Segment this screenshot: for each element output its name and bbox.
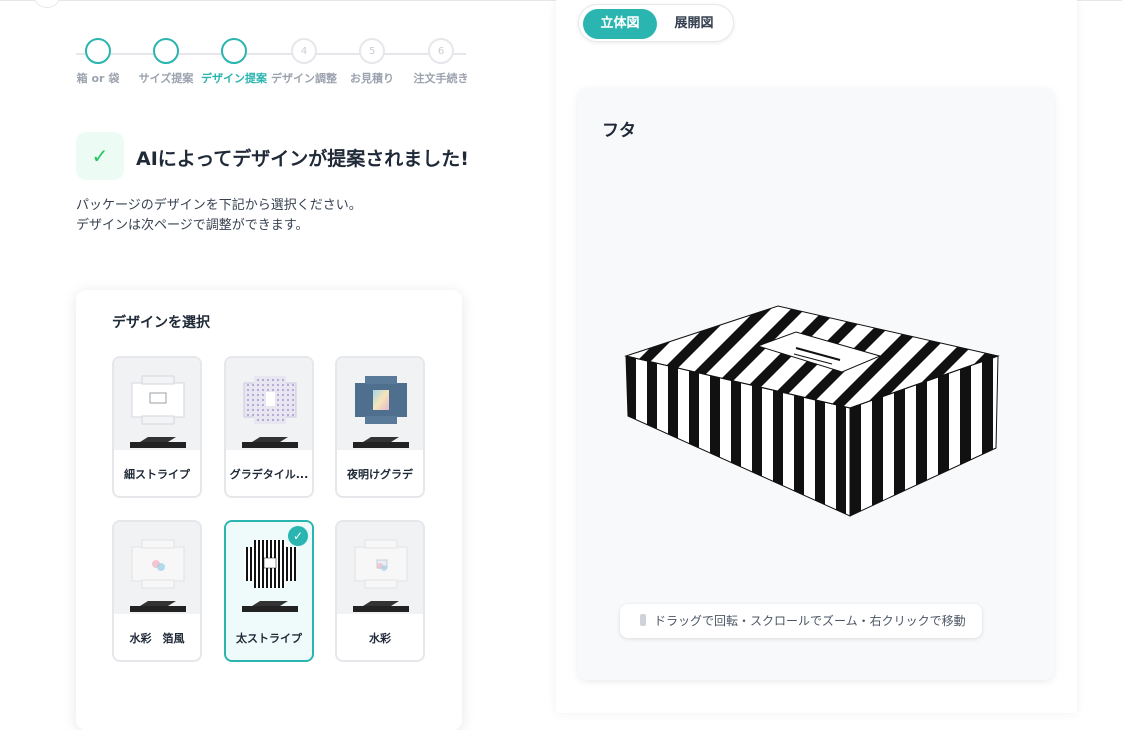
design-card-watercolor[interactable]: 水彩 xyxy=(335,520,425,662)
step-1[interactable]: 箱 or 袋 xyxy=(63,38,133,86)
design-name: 太ストライプ xyxy=(236,632,302,645)
success-badge: ✓ xyxy=(76,132,124,180)
mouse-icon xyxy=(640,614,646,626)
description: パッケージのデザインを下記から選択ください。 デザインは次ページで調整ができます… xyxy=(76,196,362,236)
design-name: 水彩 xyxy=(369,632,391,645)
box-stripe xyxy=(836,394,846,516)
design-select-panel: デザインを選択 細ストライプ グラデタイル... 夜明けグラデ 水彩 箔風 ✓ … xyxy=(76,290,462,730)
box-stripe xyxy=(794,385,804,515)
step-4-circle: 4 xyxy=(291,38,317,64)
step-4: 4 デザイン調整 xyxy=(269,38,339,86)
design-card-watercolor-foil[interactable]: 水彩 箔風 xyxy=(112,520,202,662)
viewer-title: フタ xyxy=(602,121,636,141)
step-2-circle xyxy=(153,38,179,64)
3d-viewer[interactable]: フタ ドラッグで回転・スクロールでズーム・右クリックで移動 xyxy=(578,88,1054,680)
step-5-circle: 5 xyxy=(359,38,385,64)
check-icon: ✓ xyxy=(91,144,109,168)
step-6: 6 注文手続き xyxy=(406,38,476,86)
view-toggle: 立体図 展開図 xyxy=(578,4,734,42)
step-3-label: デザイン提案 xyxy=(201,72,267,85)
box-stripe xyxy=(647,356,657,481)
tab-3d-view[interactable]: 立体図 xyxy=(583,9,657,39)
design-thumbnail xyxy=(337,522,423,614)
step-1-circle xyxy=(85,38,111,64)
box-stripe xyxy=(916,370,927,509)
step-6-label: 注文手続き xyxy=(413,72,469,85)
box-stripe xyxy=(982,356,993,486)
step-5: 5 お見積り xyxy=(337,38,407,86)
design-card-thick-stripe[interactable]: ✓ 太ストライプ xyxy=(224,520,314,662)
panel-title: デザインを選択 xyxy=(112,315,210,331)
box-stripe xyxy=(689,360,699,491)
box-3d-model[interactable] xyxy=(618,298,1008,528)
design-thumbnail xyxy=(114,358,200,450)
back-button[interactable] xyxy=(34,0,60,8)
design-thumbnail xyxy=(226,358,312,450)
design-name: 夜明けグラデ xyxy=(347,468,413,481)
progress-stepper: 箱 or 袋 サイズ提案 デザイン提案 4 デザイン調整 5 お見積り 6 注文… xyxy=(72,38,472,98)
design-name: グラデタイル... xyxy=(229,468,309,481)
step-6-circle: 6 xyxy=(428,38,454,64)
selected-check-icon: ✓ xyxy=(288,526,308,546)
design-name: 水彩 箔風 xyxy=(129,632,185,645)
viewer-hint: ドラッグで回転・スクロールでズーム・右クリックで移動 xyxy=(620,604,982,638)
description-line-2: デザインは次ページで調整ができます。 xyxy=(76,218,309,233)
design-card-gradient-tile[interactable]: グラデタイル... xyxy=(224,356,314,498)
page-title: AIによってデザインが提案されました! xyxy=(136,148,469,170)
hint-text: ドラッグで回転・スクロールでズーム・右クリックで移動 xyxy=(654,614,966,628)
step-2-label: サイズ提案 xyxy=(138,72,194,85)
box-stripe xyxy=(960,356,971,494)
box-stripe xyxy=(752,375,762,506)
design-thumbnail xyxy=(337,358,423,450)
design-thumbnail xyxy=(114,522,200,614)
box-stripe xyxy=(668,356,678,486)
step-3[interactable]: デザイン提案 xyxy=(199,38,269,86)
design-card-thin-stripe[interactable]: 細ストライプ xyxy=(112,356,202,498)
step-1-label: 箱 or 袋 xyxy=(76,72,120,85)
design-card-dawn-gradient[interactable]: 夜明けグラデ xyxy=(335,356,425,498)
box-stripe xyxy=(938,363,949,502)
box-stripe xyxy=(894,378,905,516)
box-stripe xyxy=(731,370,741,501)
design-name: 細ストライプ xyxy=(124,468,190,481)
step-4-label: デザイン調整 xyxy=(271,72,337,85)
step-3-circle xyxy=(221,38,247,64)
box-stripe xyxy=(773,380,783,511)
tab-unfolded-view[interactable]: 展開図 xyxy=(657,9,731,39)
step-5-label: お見積り xyxy=(350,72,394,85)
box-stripe xyxy=(710,365,720,496)
step-2[interactable]: サイズ提案 xyxy=(131,38,201,86)
description-line-1: パッケージのデザインを下記から選択ください。 xyxy=(76,198,362,213)
box-stripe xyxy=(850,394,861,516)
